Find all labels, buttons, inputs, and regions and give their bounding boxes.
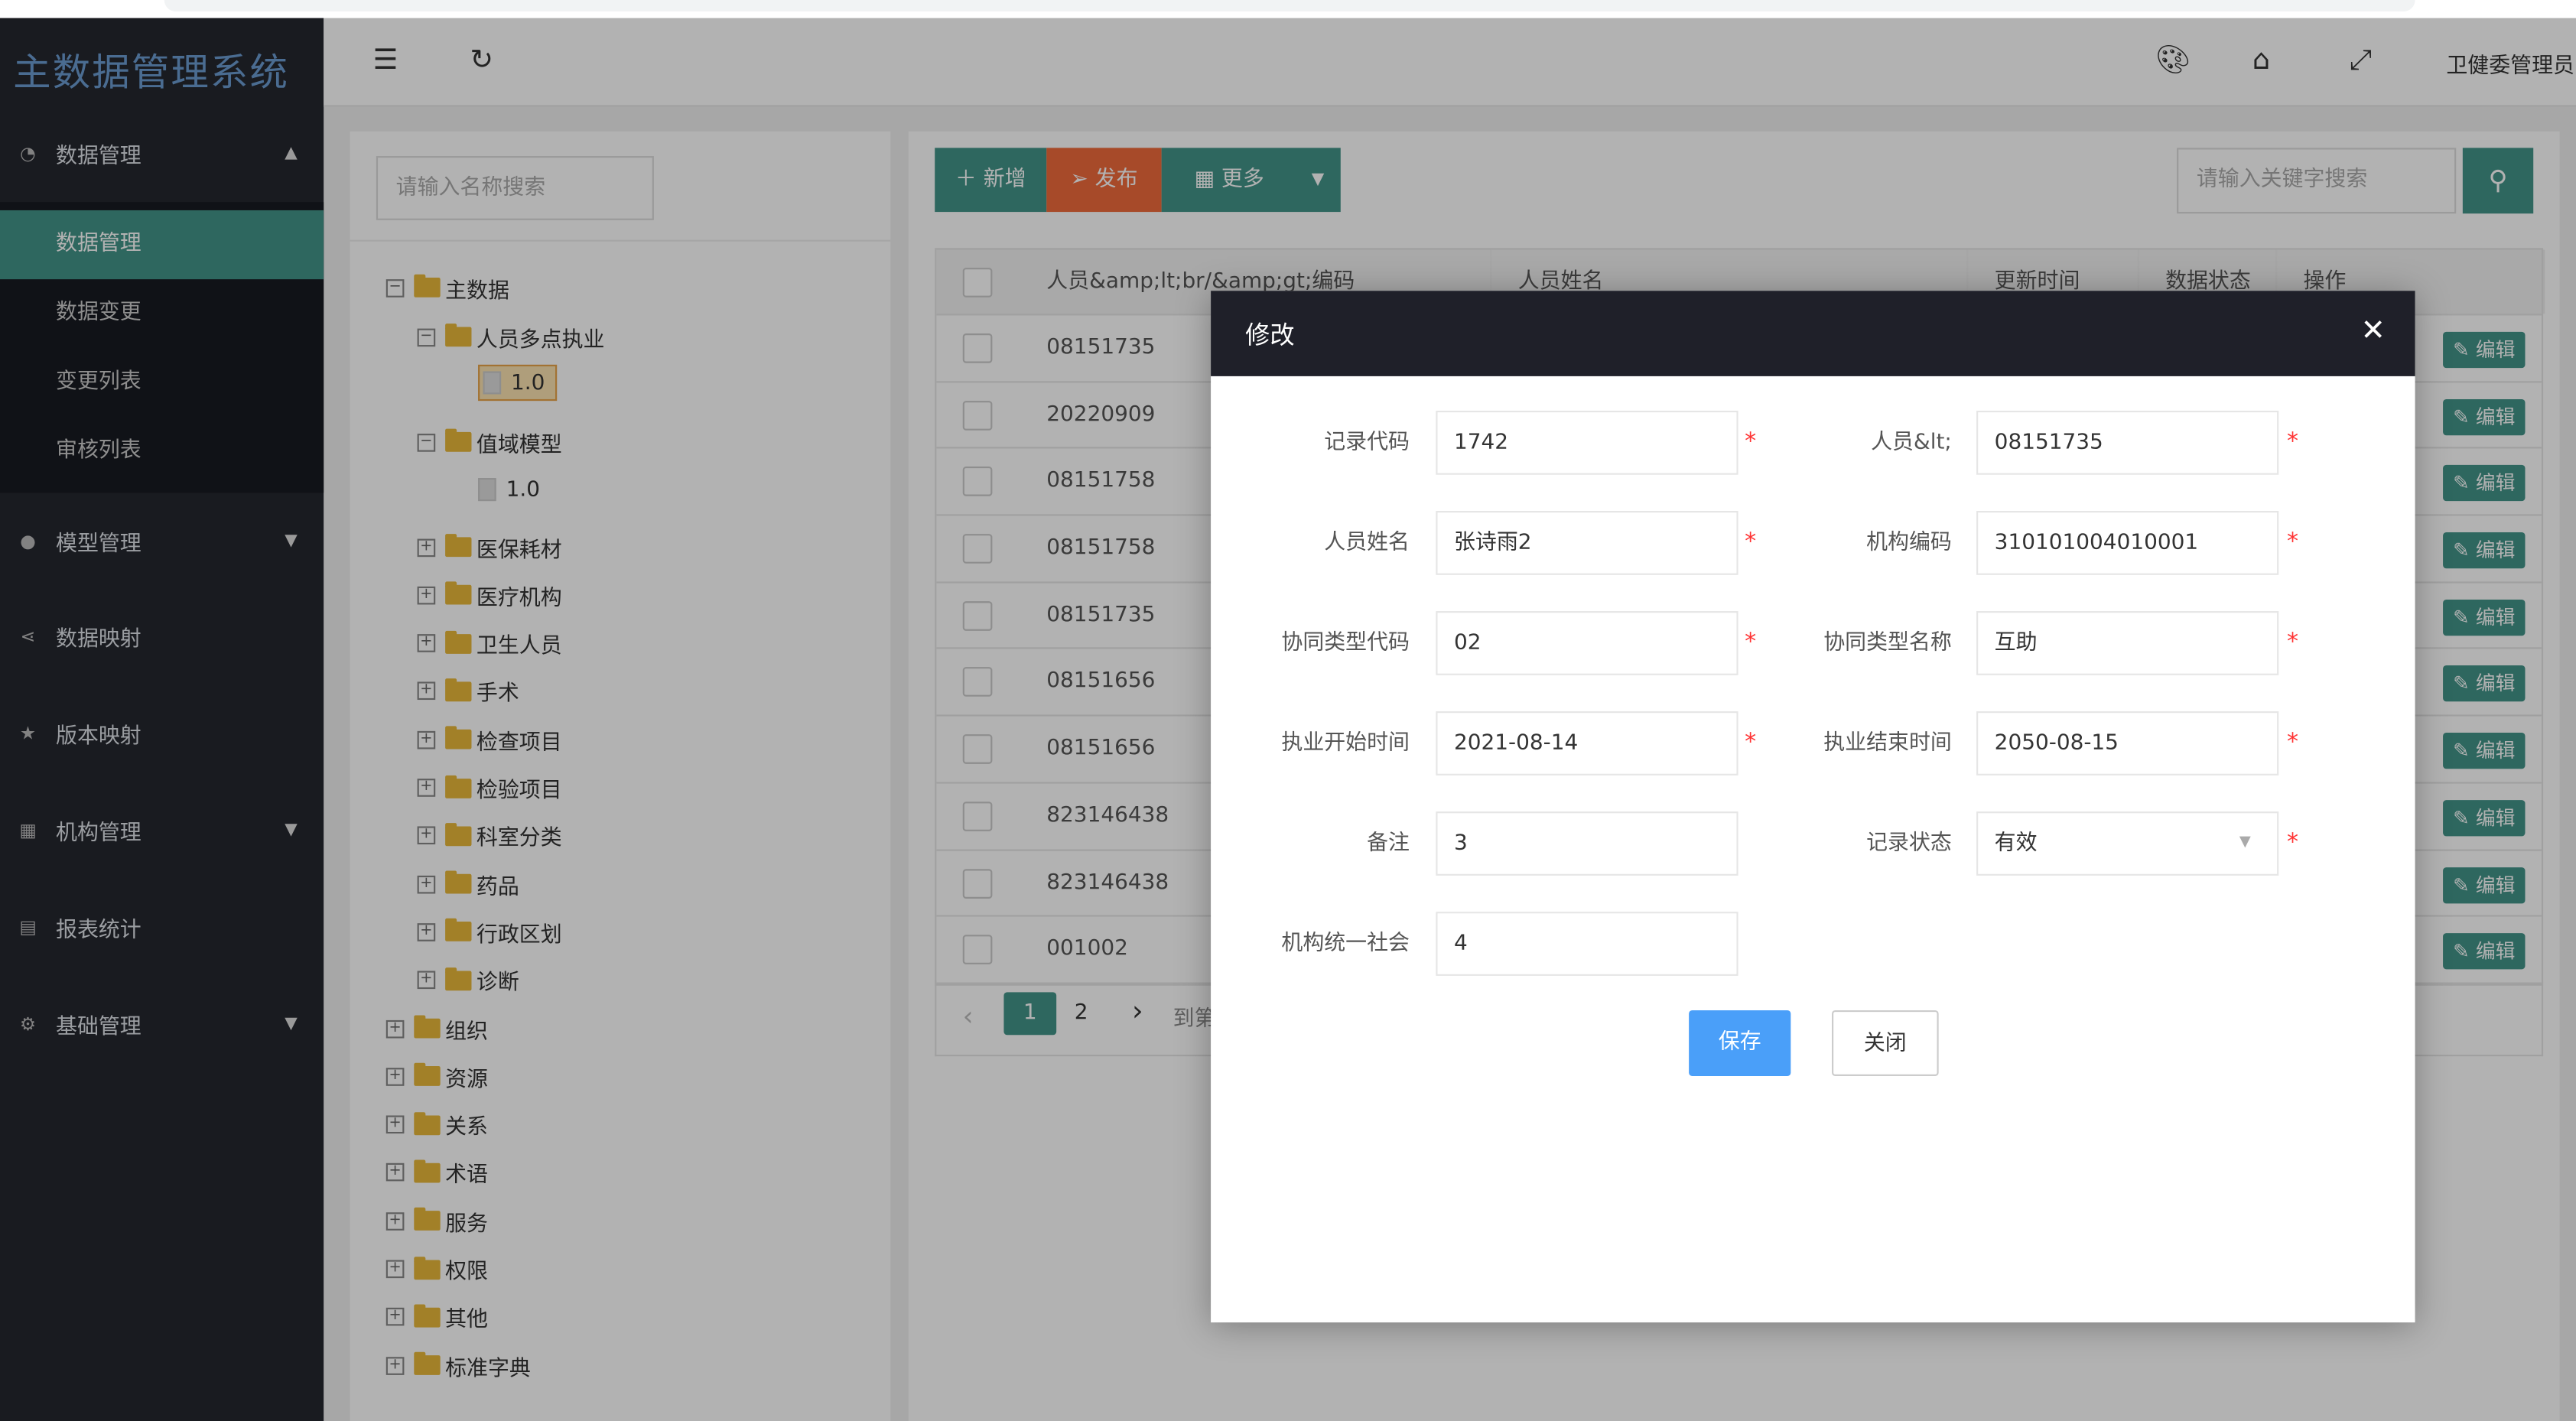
save-button[interactable]: 保存 bbox=[1689, 1010, 1791, 1076]
close-button[interactable]: 关闭 bbox=[1832, 1010, 1939, 1076]
field-label: 执业开始时间 bbox=[1281, 730, 1410, 756]
field-value: 有效 bbox=[1994, 831, 2038, 857]
modal-header: 修改 ✕ bbox=[1211, 291, 2415, 376]
browser-strip bbox=[0, 0, 2576, 18]
required-marker: * bbox=[2287, 428, 2299, 455]
field-label: 记录代码 bbox=[1324, 430, 1410, 455]
field-value: 4 bbox=[1453, 931, 1468, 957]
field-label: 备注 bbox=[1367, 831, 1410, 857]
field-label: 人员姓名 bbox=[1324, 530, 1410, 556]
field-input[interactable]: 3 bbox=[1436, 811, 1738, 876]
required-marker: * bbox=[2287, 729, 2299, 756]
field-value: 互助 bbox=[1994, 630, 2038, 656]
field-value: 08151735 bbox=[1994, 430, 2103, 455]
field-input[interactable]: 02 bbox=[1436, 611, 1738, 675]
field-value: 02 bbox=[1453, 630, 1482, 656]
field-input[interactable]: 310101004010001 bbox=[1976, 511, 2279, 575]
field-label: 机构统一社会 bbox=[1281, 931, 1410, 957]
field-label: 执业结束时间 bbox=[1823, 730, 1952, 756]
required-marker: * bbox=[2287, 829, 2299, 857]
edit-modal: 修改 ✕ 记录代码 1742 * 人员&lt; 08151735 * 人员姓名 张诗雨2 * 机构… bbox=[1211, 291, 2415, 1323]
field-label: 协同类型名称 bbox=[1823, 630, 1952, 656]
field-value: 3 bbox=[1453, 831, 1468, 857]
field-label: 记录状态 bbox=[1866, 831, 1952, 857]
field-value: 310101004010001 bbox=[1994, 530, 2199, 556]
field-input[interactable]: 08151735 bbox=[1976, 411, 2279, 475]
field-input[interactable]: 张诗雨2 bbox=[1436, 511, 1738, 575]
record-status-select[interactable]: 有效 ▼ bbox=[1976, 811, 2279, 876]
field-input[interactable]: 2021-08-14 bbox=[1436, 711, 1738, 776]
field-label: 人员&lt; bbox=[1871, 430, 1952, 455]
field-value: 1742 bbox=[1453, 430, 1509, 455]
modal-title: 修改 bbox=[1245, 320, 1295, 350]
field-value: 2021-08-14 bbox=[1453, 730, 1579, 756]
field-input[interactable]: 2050-08-15 bbox=[1976, 711, 2279, 776]
field-input[interactable]: 4 bbox=[1436, 912, 1738, 976]
close-icon[interactable]: ✕ bbox=[2360, 314, 2385, 348]
required-marker: * bbox=[2287, 629, 2299, 656]
field-value: 张诗雨2 bbox=[1453, 530, 1532, 556]
field-input[interactable]: 1742 bbox=[1436, 411, 1738, 475]
required-marker: * bbox=[2287, 528, 2299, 556]
field-label: 协同类型代码 bbox=[1281, 630, 1410, 656]
field-label: 机构编码 bbox=[1866, 530, 1952, 556]
chevron-down-icon: ▼ bbox=[2239, 834, 2251, 851]
field-input[interactable]: 互助 bbox=[1976, 611, 2279, 675]
field-value: 2050-08-15 bbox=[1994, 730, 2119, 756]
